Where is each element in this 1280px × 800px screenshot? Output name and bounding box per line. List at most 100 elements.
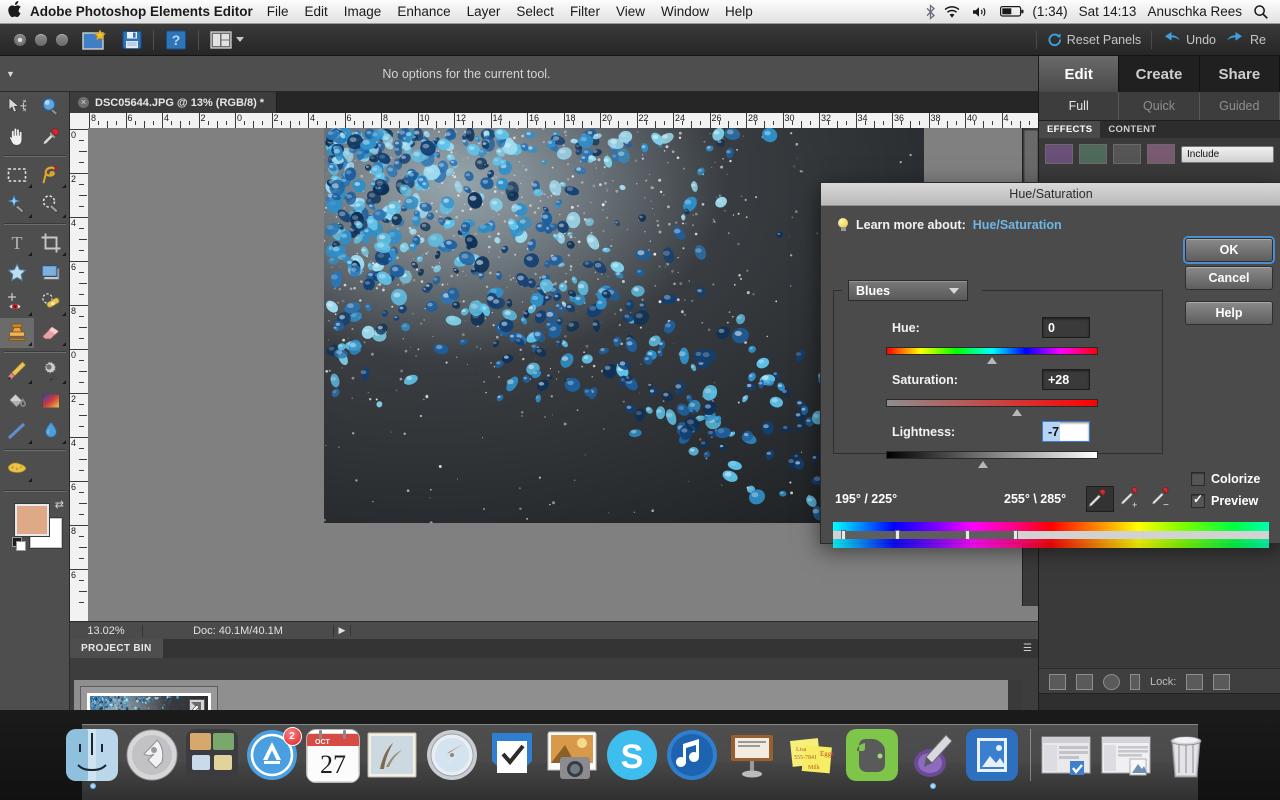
brush-tool[interactable] <box>0 356 34 386</box>
eyedropper-subtract-icon[interactable]: − <box>1150 487 1176 511</box>
adjustment-layer-icon[interactable] <box>1103 674 1120 690</box>
learn-more-link[interactable]: Hue/Saturation <box>973 218 1062 232</box>
layout-arrange-icon[interactable] <box>210 31 244 49</box>
spot-healing-brush-tool[interactable] <box>34 288 68 318</box>
effects-category-select[interactable]: Include <box>1181 146 1274 163</box>
menu-file[interactable]: File <box>267 4 289 19</box>
battery-icon[interactable] <box>1000 5 1025 18</box>
close-icon[interactable]: × <box>78 97 89 108</box>
dock-item-keynote[interactable] <box>726 729 781 784</box>
cookie-cutter-tool[interactable] <box>0 258 34 288</box>
lightness-input[interactable]: -7 <box>1042 421 1090 442</box>
saturation-slider-track[interactable] <box>886 399 1098 407</box>
menu-help[interactable]: Help <box>725 4 753 19</box>
straighten-tool[interactable] <box>34 258 68 288</box>
menu-select[interactable]: Select <box>516 4 554 19</box>
preview-checkbox[interactable] <box>1191 494 1205 508</box>
colorize-row[interactable]: Colorize <box>1191 472 1276 486</box>
dock-item-stickies[interactable]: Lisa 555-7841 Eggs Milk <box>786 729 841 784</box>
dock-item-launchpad[interactable] <box>126 729 181 784</box>
menu-filter[interactable]: Filter <box>570 4 600 19</box>
tab-guided[interactable]: Guided <box>1200 92 1280 120</box>
save-icon[interactable] <box>122 30 142 50</box>
tab-create[interactable]: Create <box>1119 56 1199 92</box>
menu-enhance[interactable]: Enhance <box>397 4 450 19</box>
play-arrow-icon[interactable]: ▶ <box>334 625 351 636</box>
tab-full[interactable]: Full <box>1039 92 1119 120</box>
dock-item-things[interactable] <box>486 729 541 784</box>
dock-item-ical[interactable]: OCT 27 <box>306 729 361 784</box>
preview-row[interactable]: Preview <box>1191 494 1276 508</box>
reset-panels-button[interactable]: Reset Panels <box>1047 32 1141 47</box>
hand-tool[interactable] <box>0 122 34 152</box>
blur-tool[interactable] <box>34 416 68 446</box>
dock-item-mail[interactable] <box>366 729 421 784</box>
clone-stamp-tool[interactable] <box>0 318 34 348</box>
red-eye-removal-tool[interactable] <box>0 288 34 318</box>
eyedropper-sample-icon[interactable] <box>1086 486 1114 512</box>
ok-button[interactable]: OK <box>1185 238 1273 262</box>
effects-textures-icon[interactable] <box>1113 144 1141 164</box>
new-layer-icon[interactable] <box>1076 674 1093 690</box>
menu-edit[interactable]: Edit <box>305 4 328 19</box>
dock-item-finder[interactable] <box>66 729 121 784</box>
menu-window[interactable]: Window <box>661 4 709 19</box>
dock-item-preview[interactable] <box>966 729 1021 784</box>
help-button[interactable]: Help <box>1185 301 1273 325</box>
zoom-level[interactable]: 13.02% <box>70 625 143 637</box>
dock-item-skype[interactable]: S <box>606 729 661 784</box>
saturation-slider-thumb[interactable] <box>1012 409 1023 416</box>
paint-bucket-tool[interactable] <box>0 386 34 416</box>
volume-icon[interactable] <box>972 5 989 19</box>
foreground-color-swatch[interactable] <box>15 504 49 536</box>
lightness-slider-track[interactable] <box>886 451 1098 459</box>
swap-colors-icon[interactable]: ⇄ <box>55 498 64 511</box>
minimize-window-button[interactable] <box>35 34 47 46</box>
eyedropper-add-icon[interactable]: + <box>1119 487 1145 511</box>
dock-item-safari[interactable] <box>426 729 481 784</box>
quick-selection-tool[interactable] <box>34 190 68 220</box>
lightness-slider-thumb[interactable] <box>978 461 989 468</box>
lock-transparency-icon[interactable] <box>1186 674 1203 690</box>
dock-item-minimized-window-2[interactable] <box>1100 729 1155 784</box>
undo-button[interactable]: Undo <box>1162 32 1216 47</box>
effects-styles-icon[interactable] <box>1079 144 1107 164</box>
cancel-button[interactable]: Cancel <box>1185 266 1273 290</box>
project-bin-tab[interactable]: PROJECT BIN <box>70 639 163 658</box>
dock-item-trash[interactable] <box>1160 729 1215 784</box>
dock-item-itunes[interactable] <box>666 729 721 784</box>
link-layers-icon[interactable] <box>1130 674 1140 690</box>
tab-share[interactable]: Share <box>1200 56 1280 92</box>
dock-item-iphoto[interactable] <box>546 729 601 784</box>
type-tool[interactable]: T <box>0 228 34 258</box>
gradient-tool[interactable] <box>34 386 68 416</box>
crop-tool[interactable] <box>34 228 68 258</box>
lock-all-icon[interactable] <box>1213 674 1230 690</box>
user-account-name[interactable]: Anuschka Rees <box>1147 4 1242 19</box>
panel-menu-icon[interactable]: ☰ <box>1023 643 1032 654</box>
menu-view[interactable]: View <box>616 4 645 19</box>
move-tool[interactable] <box>0 92 34 122</box>
wifi-icon[interactable] <box>943 5 961 19</box>
tab-edit[interactable]: Edit <box>1039 56 1119 92</box>
tab-content[interactable]: CONTENT <box>1100 121 1164 138</box>
apple-logo-icon[interactable] <box>0 1 30 23</box>
rectangular-marquee-tool[interactable] <box>0 160 34 190</box>
hue-input[interactable]: 0 <box>1042 317 1090 338</box>
bluetooth-icon[interactable] <box>925 4 936 20</box>
color-range-select[interactable]: Blues <box>848 280 968 301</box>
document-tab[interactable]: × DSC05644.JPG @ 13% (RGB/8) * <box>70 92 277 113</box>
colorize-checkbox[interactable] <box>1191 472 1205 486</box>
add-layer-mask-icon[interactable] <box>1049 674 1066 690</box>
sponge-tool[interactable] <box>0 454 34 484</box>
range-selection-band[interactable] <box>844 531 1016 539</box>
chevron-down-icon[interactable]: ▼ <box>6 69 15 79</box>
new-document-icon[interactable] <box>82 29 108 51</box>
tab-quick[interactable]: Quick <box>1119 92 1199 120</box>
menu-layer[interactable]: Layer <box>467 4 501 19</box>
dock-item-photoshop-elements[interactable] <box>906 729 961 784</box>
dock-item-minimized-window-1[interactable] <box>1040 729 1095 784</box>
magic-wand-tool[interactable] <box>0 190 34 220</box>
eyedropper-tool[interactable] <box>34 122 68 152</box>
effects-photo-effects-icon[interactable] <box>1147 144 1175 164</box>
